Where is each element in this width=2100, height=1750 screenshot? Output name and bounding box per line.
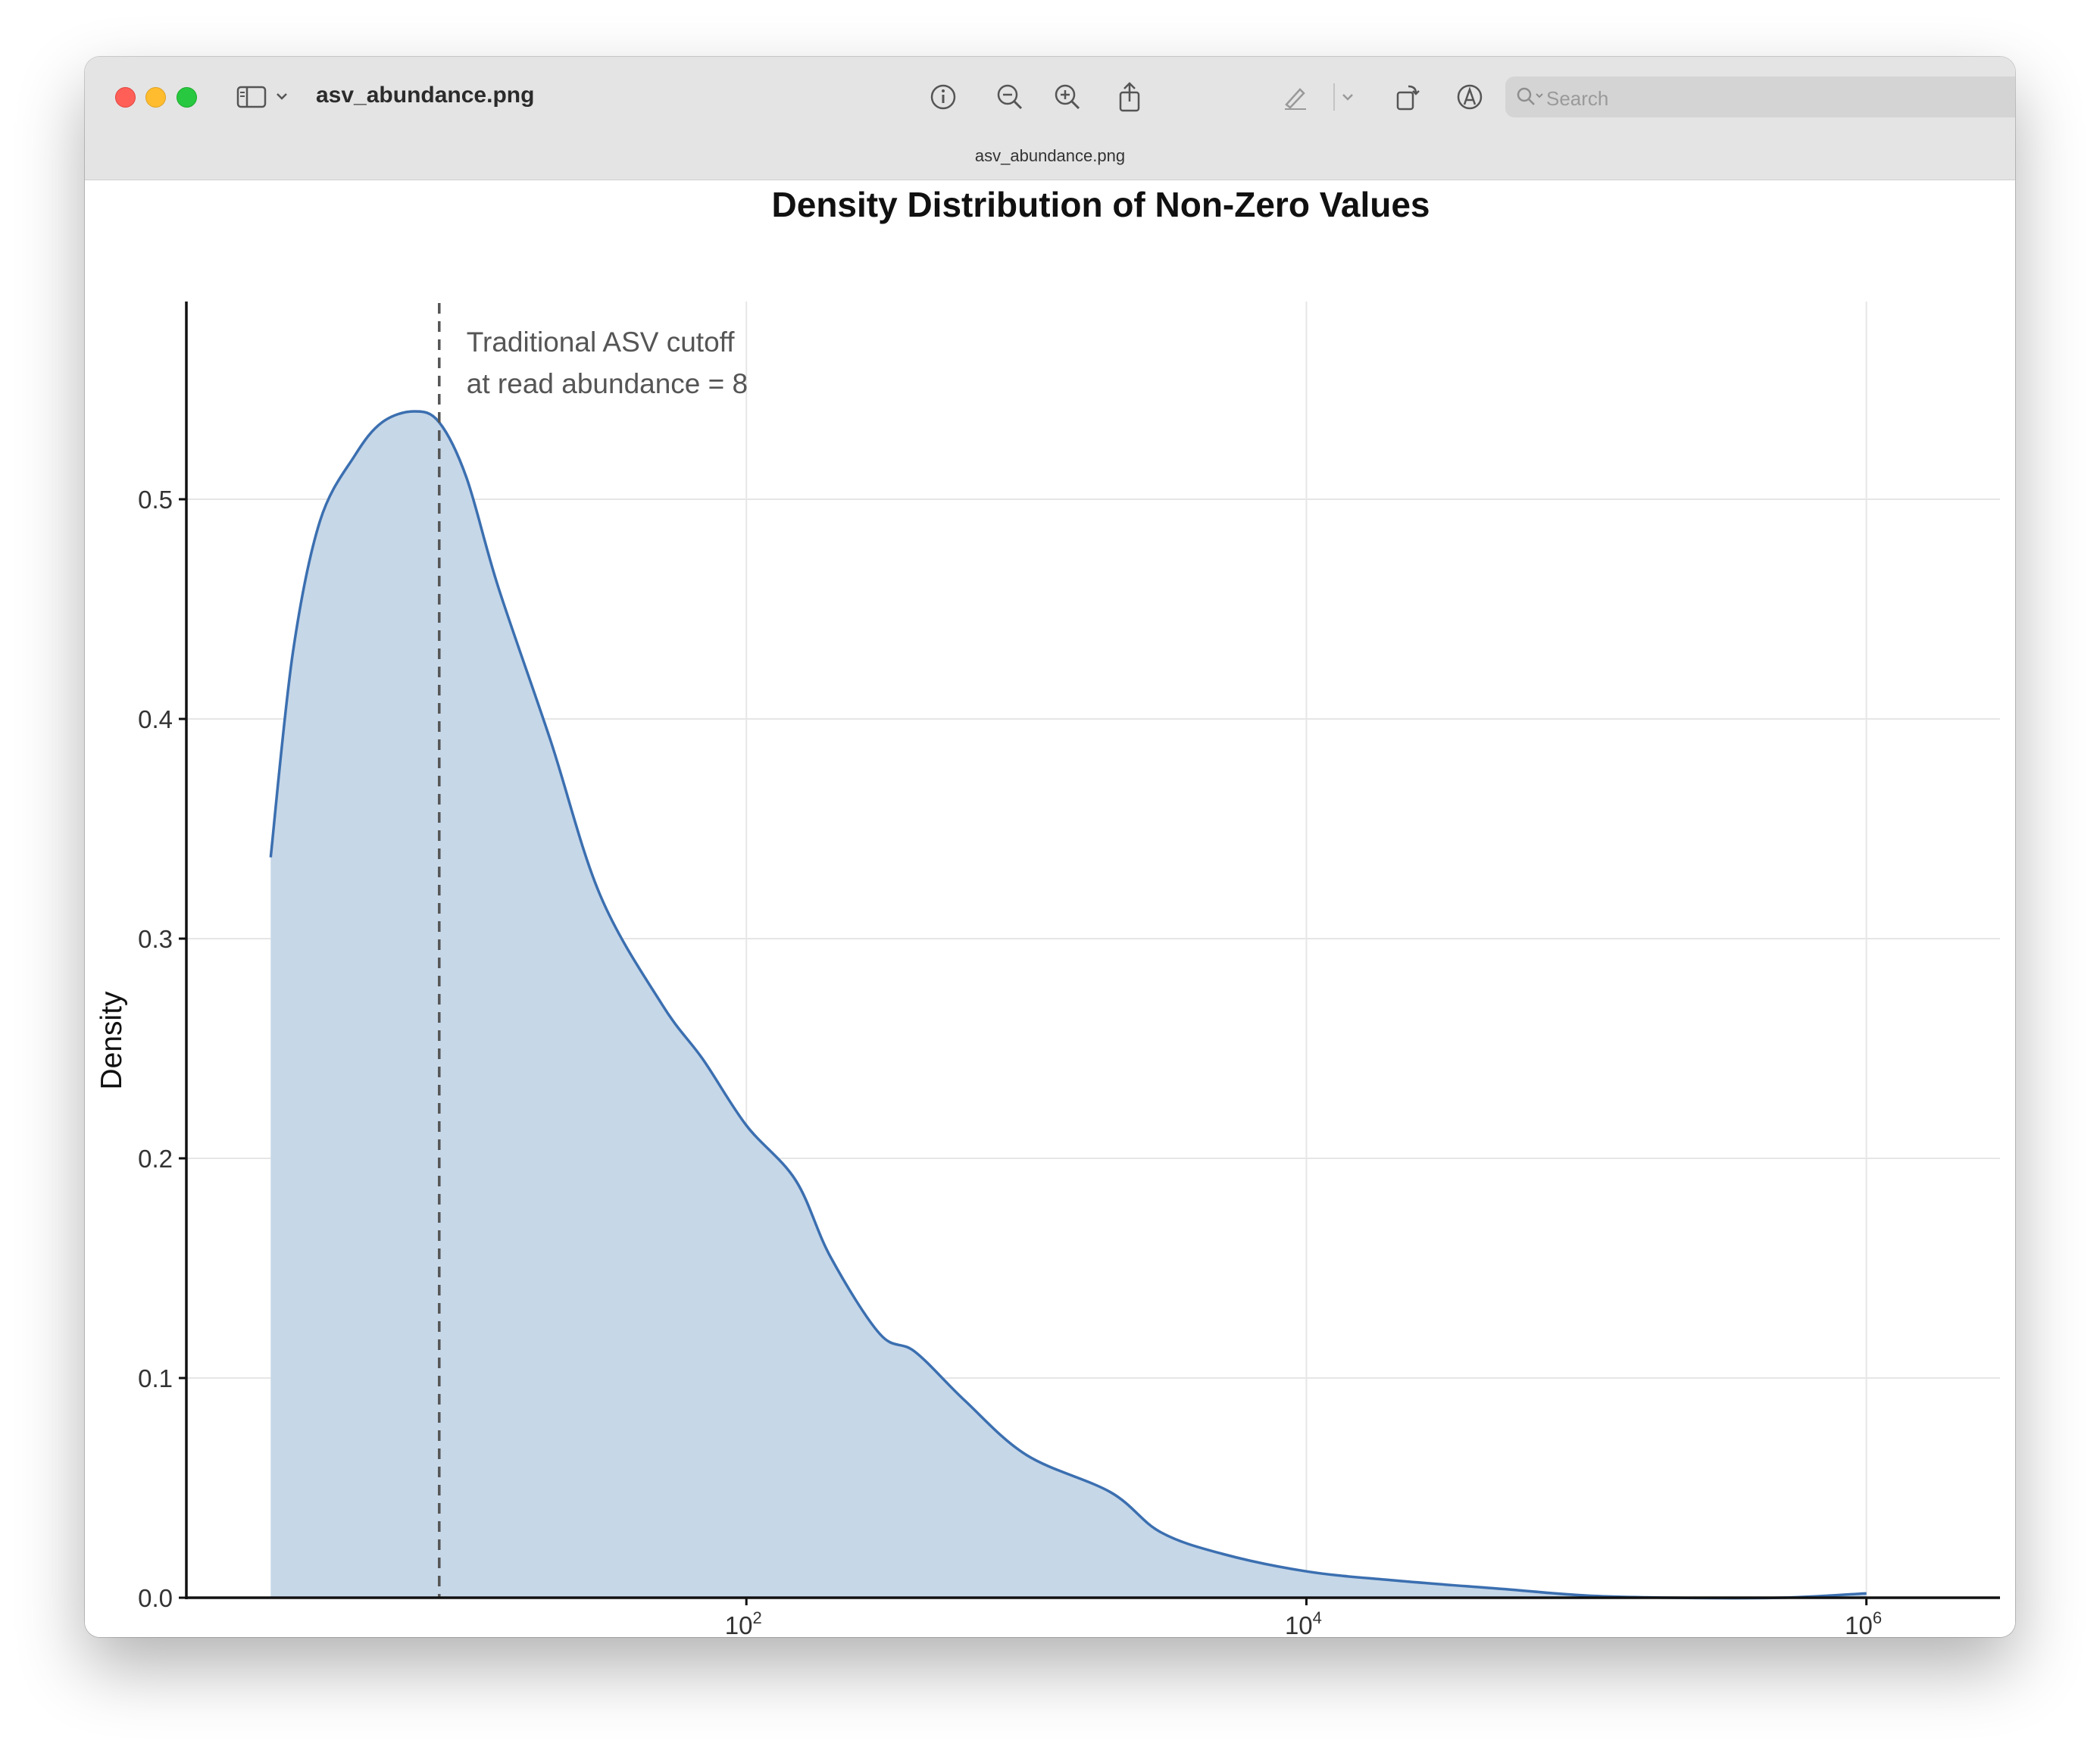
markup-icon <box>1457 84 1483 110</box>
x-tick-label: 106 <box>1845 1608 1882 1637</box>
info-icon <box>930 84 956 110</box>
search-field[interactable]: Search <box>1505 77 2015 117</box>
y-tick-label: 0.2 <box>138 1145 173 1173</box>
share-button[interactable] <box>1112 80 1147 114</box>
rotate-button[interactable] <box>1389 80 1424 114</box>
chevron-down-icon <box>1342 94 1353 101</box>
search-icon <box>1517 87 1543 105</box>
y-tick-label: 0.3 <box>138 925 173 953</box>
search-placeholder: Search <box>1546 87 1609 110</box>
info-button[interactable] <box>926 80 961 114</box>
y-tick-label: 0.5 <box>138 486 173 514</box>
image-canvas: Density Distribution of Non-Zero Values T… <box>85 180 2015 1637</box>
markup-button[interactable] <box>1452 80 1487 114</box>
zoom-in-icon <box>1055 84 1080 110</box>
zoom-out-button[interactable] <box>992 80 1027 114</box>
zoom-window-button[interactable] <box>177 87 197 108</box>
close-window-button[interactable] <box>115 87 136 108</box>
zoom-in-button[interactable] <box>1050 80 1085 114</box>
y-tick-label: 0.1 <box>138 1364 173 1392</box>
share-icon <box>1119 82 1140 112</box>
cutoff-annotation-text: Traditional ASV cutoff <box>467 327 735 358</box>
sidebar-toggle-button[interactable] <box>236 80 291 114</box>
chevron-down-icon <box>277 93 287 100</box>
sidebar-icon <box>236 86 287 108</box>
window-title: asv_abundance.png <box>316 83 535 108</box>
rotate-icon <box>1396 85 1420 111</box>
preview-window: asv_abundance.png Search asv_abundance.p… <box>85 57 2015 1637</box>
y-tick-label: 0.0 <box>138 1584 173 1612</box>
pen-icon <box>1285 88 1306 110</box>
title-bar: asv_abundance.png Search asv_abundance.p… <box>85 57 2015 180</box>
y-tick-label: 0.4 <box>138 705 173 733</box>
density-area-fill <box>270 411 1867 1598</box>
chart-title: Density Distribution of Non-Zero Values <box>772 185 1430 224</box>
highlight-menu-button[interactable] <box>1336 80 1359 114</box>
zoom-out-icon <box>997 84 1023 110</box>
cutoff-annotation-text: at read abundance = 8 <box>467 368 748 399</box>
highlight-button[interactable] <box>1278 80 1313 114</box>
x-tick-label: 102 <box>725 1608 762 1637</box>
density-chart: Density Distribution of Non-Zero Values T… <box>95 185 2000 1637</box>
x-tick-label: 104 <box>1285 1608 1322 1637</box>
document-subtitle: asv_abundance.png <box>974 146 1126 165</box>
y-axis-label: Density <box>95 991 128 1090</box>
minimize-window-button[interactable] <box>145 87 166 108</box>
